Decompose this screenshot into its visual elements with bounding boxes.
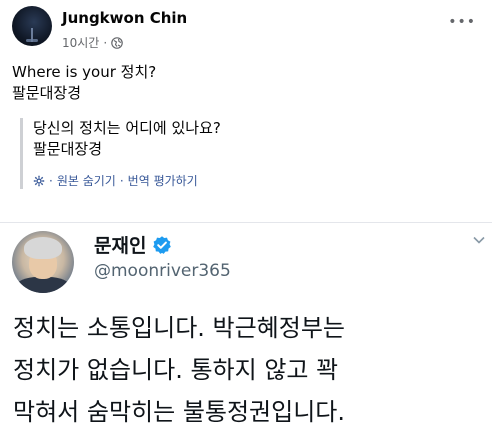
tweet-display-name: 문재인 [94,231,172,258]
facebook-post: Jungkwon Chin 10시간 · ••• Where is your 정… [0,0,492,222]
author-name[interactable]: Jungkwon Chin [62,9,187,27]
verified-badge-icon [153,235,172,254]
actions-separator: · [49,173,53,188]
tweet-body: 정치는 소통입니다. 박근혜정부는 정치가 없습니다. 통하지 않고 꽉 막혀서… [13,307,483,433]
avatar-suit [16,277,70,293]
author-avatar[interactable] [12,6,52,46]
rate-translation-link[interactable]: 번역 평가하기 [128,172,198,189]
embedded-tweet-screenshot: 문재인 @moonriver365 정치는 소통입니다. 박근혜정부는 정치가 … [0,223,492,446]
post-text: Where is your 정치? 팔문대장경 [12,62,156,104]
avatar-hull [26,39,38,42]
post-text-line: 팔문대장경 [12,84,82,102]
post-meta: 10시간 · [62,34,123,51]
tweet-body-line: 정치가 없습니다. 통하지 않고 꽉 [13,356,339,384]
avatar-hair [24,237,62,259]
meta-separator: · [103,35,108,50]
translation-line: 당신의 정치는 어디에 있나요? [33,119,221,137]
post-text-line: Where is your 정치? [12,63,157,81]
tweet-body-line: 정치는 소통입니다. 박근혜정부는 [13,314,346,342]
chevron-down-icon [473,236,485,244]
globe-icon [111,36,123,49]
gear-icon[interactable] [33,175,45,187]
actions-separator: · [119,173,124,188]
translation-line: 팔문대장경 [33,140,103,158]
tweet-avatar [12,231,74,293]
tweet-body-line: 막혀서 숨막히는 불통정권입니다. [13,398,346,426]
tweet-name-text: 문재인 [94,235,147,257]
translation-block: 당신의 정치는 어디에 있나요? 팔문대장경 · 원본 숨기기 · 번역 평가하… [20,118,473,189]
translation-actions: · 원본 숨기기 · 번역 평가하기 [33,172,473,189]
tweet-handle: @moonriver365 [94,261,231,281]
post-time[interactable]: 10시간 [62,34,99,51]
three-dots-icon[interactable]: ••• [448,14,476,30]
hide-original-link[interactable]: 원본 숨기기 [57,172,116,189]
